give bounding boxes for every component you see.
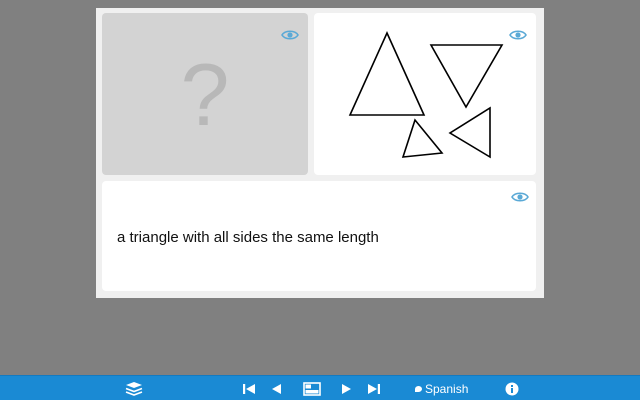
bottom-toolbar: Spanish xyxy=(0,375,640,400)
small-triangle xyxy=(401,118,444,158)
layers-icon[interactable] xyxy=(124,379,144,398)
skip-last-icon[interactable] xyxy=(366,379,382,398)
definition-text: a triangle with all sides the same lengt… xyxy=(117,229,379,246)
eye-icon[interactable] xyxy=(511,190,529,202)
stage: ? a triangle with all sides the same len… xyxy=(0,0,640,375)
triangles-illustration xyxy=(348,31,504,159)
previous-icon[interactable] xyxy=(268,379,284,398)
inverted-triangle xyxy=(429,44,504,109)
eye-icon[interactable] xyxy=(281,28,299,40)
card-layout-icon[interactable] xyxy=(302,379,322,398)
definition-panel: a triangle with all sides the same lengt… xyxy=(102,181,536,291)
next-icon[interactable] xyxy=(339,379,355,398)
left-pointing-triangle xyxy=(448,106,491,159)
flashcard: ? a triangle with all sides the same len… xyxy=(96,8,544,298)
hidden-placeholder: ? xyxy=(180,45,230,144)
language-selector[interactable]: Spanish xyxy=(415,380,468,397)
hidden-term-panel[interactable]: ? xyxy=(102,13,308,175)
info-icon[interactable] xyxy=(504,379,520,398)
speech-bubble-icon xyxy=(415,385,422,392)
skip-first-icon[interactable] xyxy=(241,379,257,398)
language-label: Spanish xyxy=(425,381,469,396)
image-panel xyxy=(314,13,536,175)
eye-icon[interactable] xyxy=(509,28,527,40)
large-triangle xyxy=(348,31,426,116)
